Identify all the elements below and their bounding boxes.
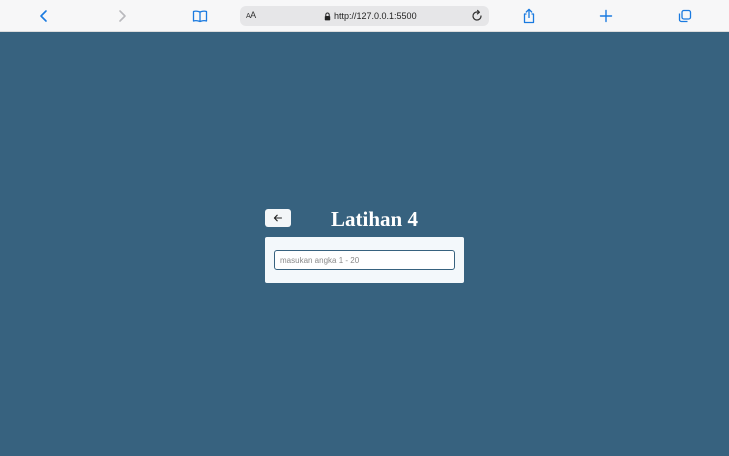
arrow-left-icon bbox=[273, 214, 283, 222]
lock-icon bbox=[324, 12, 331, 20]
book-icon bbox=[192, 10, 208, 23]
number-input[interactable] bbox=[274, 250, 455, 270]
browser-back-button[interactable] bbox=[34, 6, 54, 26]
text-size-button[interactable]: AA bbox=[246, 10, 256, 20]
page-title: Latihan 4 bbox=[331, 207, 418, 231]
new-tab-button[interactable] bbox=[596, 6, 616, 26]
text-size-large-label: A bbox=[250, 10, 256, 20]
tabs-overview-button[interactable] bbox=[675, 6, 695, 26]
url-text: http://127.0.0.1:5500 bbox=[334, 11, 417, 21]
page-content: Latihan 4 bbox=[0, 32, 729, 456]
chevron-right-icon bbox=[119, 10, 126, 22]
back-button[interactable] bbox=[265, 209, 291, 227]
bookmarks-button[interactable] bbox=[190, 6, 210, 26]
url-display[interactable]: http://127.0.0.1:5500 bbox=[324, 10, 417, 22]
tabs-icon bbox=[678, 9, 692, 23]
chevron-left-icon bbox=[40, 10, 47, 22]
reload-icon[interactable] bbox=[470, 9, 484, 23]
browser-toolbar: AA http://127.0.0.1:5500 bbox=[0, 0, 729, 32]
browser-forward-button[interactable] bbox=[112, 6, 132, 26]
share-icon bbox=[523, 8, 535, 24]
plus-icon bbox=[599, 9, 613, 23]
header-row: Latihan 4 bbox=[265, 205, 465, 233]
address-bar[interactable]: AA http://127.0.0.1:5500 bbox=[240, 6, 489, 26]
input-card bbox=[265, 237, 464, 283]
share-button[interactable] bbox=[519, 6, 539, 26]
